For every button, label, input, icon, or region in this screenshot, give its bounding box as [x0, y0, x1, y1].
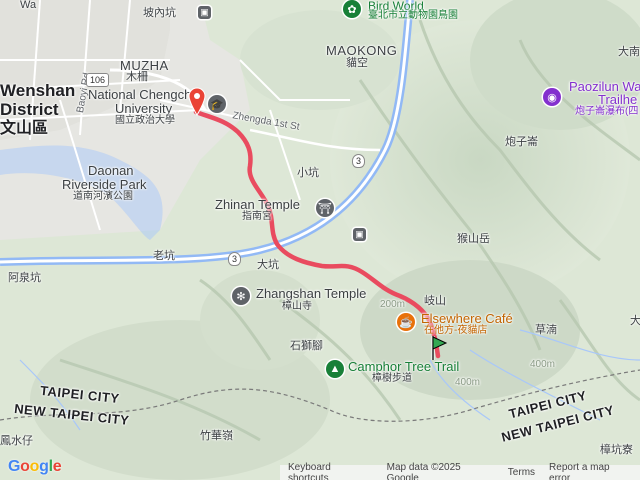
- cafe-icon[interactable]: ☕: [397, 313, 415, 331]
- nccu-cn[interactable]: 國立政治大學: [115, 116, 175, 126]
- keyboard-shortcuts-link[interactable]: Keyboard shortcuts: [288, 462, 373, 480]
- daonan-cn[interactable]: 道南河濱公園: [73, 192, 133, 202]
- caodi-label: 草湳: [535, 324, 557, 336]
- district-cn: 文山區: [0, 120, 49, 137]
- houshanyue-label: 猴山岳: [457, 233, 490, 245]
- daonan-en-line1[interactable]: Daonan: [88, 164, 134, 177]
- map-canvas[interactable]: Wa 坡內坑 ▣ Wenshan District 文山區 MUZHA 木柵 M…: [0, 0, 640, 480]
- kenghang-label: 坡內坑: [143, 7, 176, 19]
- transit-icon[interactable]: ▣: [198, 6, 211, 19]
- nccu-en-line2[interactable]: University: [115, 102, 172, 115]
- shuizai-label: 鳳水仔: [0, 435, 33, 447]
- zhinan-cn[interactable]: 指南宮: [242, 212, 272, 222]
- aquankeng-label: 阿泉坑: [8, 272, 41, 284]
- attribution-bar: Keyboard shortcuts Map data ©2025 Google…: [280, 461, 640, 480]
- zhuhualing-label: 竹華嶺: [200, 430, 233, 442]
- station-icon[interactable]: ▣: [353, 228, 366, 241]
- zhangshan-en[interactable]: Zhangshan Temple: [256, 287, 366, 300]
- report-error-link[interactable]: Report a map error: [549, 462, 632, 480]
- xiaokeng-label: 小坑: [297, 167, 319, 179]
- paozilun-village: 炮子崙: [505, 136, 538, 148]
- paozilun-en-line2[interactable]: Trailhe: [598, 93, 637, 106]
- daonan-en-line2[interactable]: Riverside Park: [62, 178, 147, 191]
- photo-spot-icon[interactable]: ◉: [543, 88, 561, 106]
- nccu-en-line1[interactable]: National Chengchi: [88, 88, 194, 101]
- zhangshan-cn[interactable]: 樟山寺: [282, 302, 312, 312]
- temple-icon-zhangshan[interactable]: ✻: [232, 287, 250, 305]
- zhinan-en[interactable]: Zhinan Temple: [215, 198, 300, 211]
- top-left-label: Wa: [20, 0, 37, 11]
- muzha-cn: 木柵: [126, 71, 148, 83]
- google-logo-letter: G: [8, 458, 21, 475]
- google-logo-letter: o: [20, 458, 30, 475]
- zoo-icon[interactable]: ✿: [343, 0, 361, 18]
- elevation-2: 400m: [530, 359, 556, 370]
- zoo-cn[interactable]: 臺北市立動物園鳥園: [368, 11, 458, 21]
- district-en-line2: District: [0, 100, 59, 119]
- camphor-cn[interactable]: 樟樹步道: [372, 374, 412, 384]
- university-icon[interactable]: 🎓: [208, 95, 226, 113]
- maokong-en: MAOKONG: [326, 43, 398, 58]
- map-data-text: Map data ©2025 Google: [386, 461, 461, 480]
- route-3-shield-south: 3: [228, 252, 242, 266]
- route-3-shield-north: 3: [352, 154, 366, 168]
- google-logo-letter: g: [39, 458, 49, 475]
- maokong-cn: 貓空: [346, 57, 368, 69]
- shishijiao-label: 石獅腳: [290, 340, 323, 352]
- trail-icon[interactable]: ▲: [326, 360, 344, 378]
- elevation-3: 200m: [380, 299, 406, 310]
- right-edge-label: 大: [630, 315, 640, 327]
- cafe-en[interactable]: Elsewhere Café: [421, 312, 513, 325]
- end-marker-icon[interactable]: [187, 86, 207, 116]
- paozilun-cn[interactable]: 炮子崙瀑布(四: [575, 107, 638, 117]
- terms-link[interactable]: Terms: [508, 467, 535, 478]
- dakeng-label: 大坑: [257, 259, 279, 271]
- google-logo-letter: e: [52, 458, 62, 475]
- start-flag-icon[interactable]: [429, 334, 449, 362]
- danan-label: 大南: [618, 46, 640, 58]
- district-en-line1: Wenshan: [0, 81, 76, 100]
- laokeng-label: 老坑: [153, 250, 175, 262]
- tao-label: 樟坑寮: [600, 444, 633, 456]
- google-logo-letter: o: [29, 458, 40, 475]
- route-106-shield: 106: [86, 73, 110, 87]
- qishan-label: 岐山: [424, 295, 446, 307]
- temple-icon[interactable]: ⛩: [316, 199, 334, 217]
- elevation-1: 400m: [455, 377, 481, 388]
- google-logo[interactable]: Google: [8, 458, 62, 476]
